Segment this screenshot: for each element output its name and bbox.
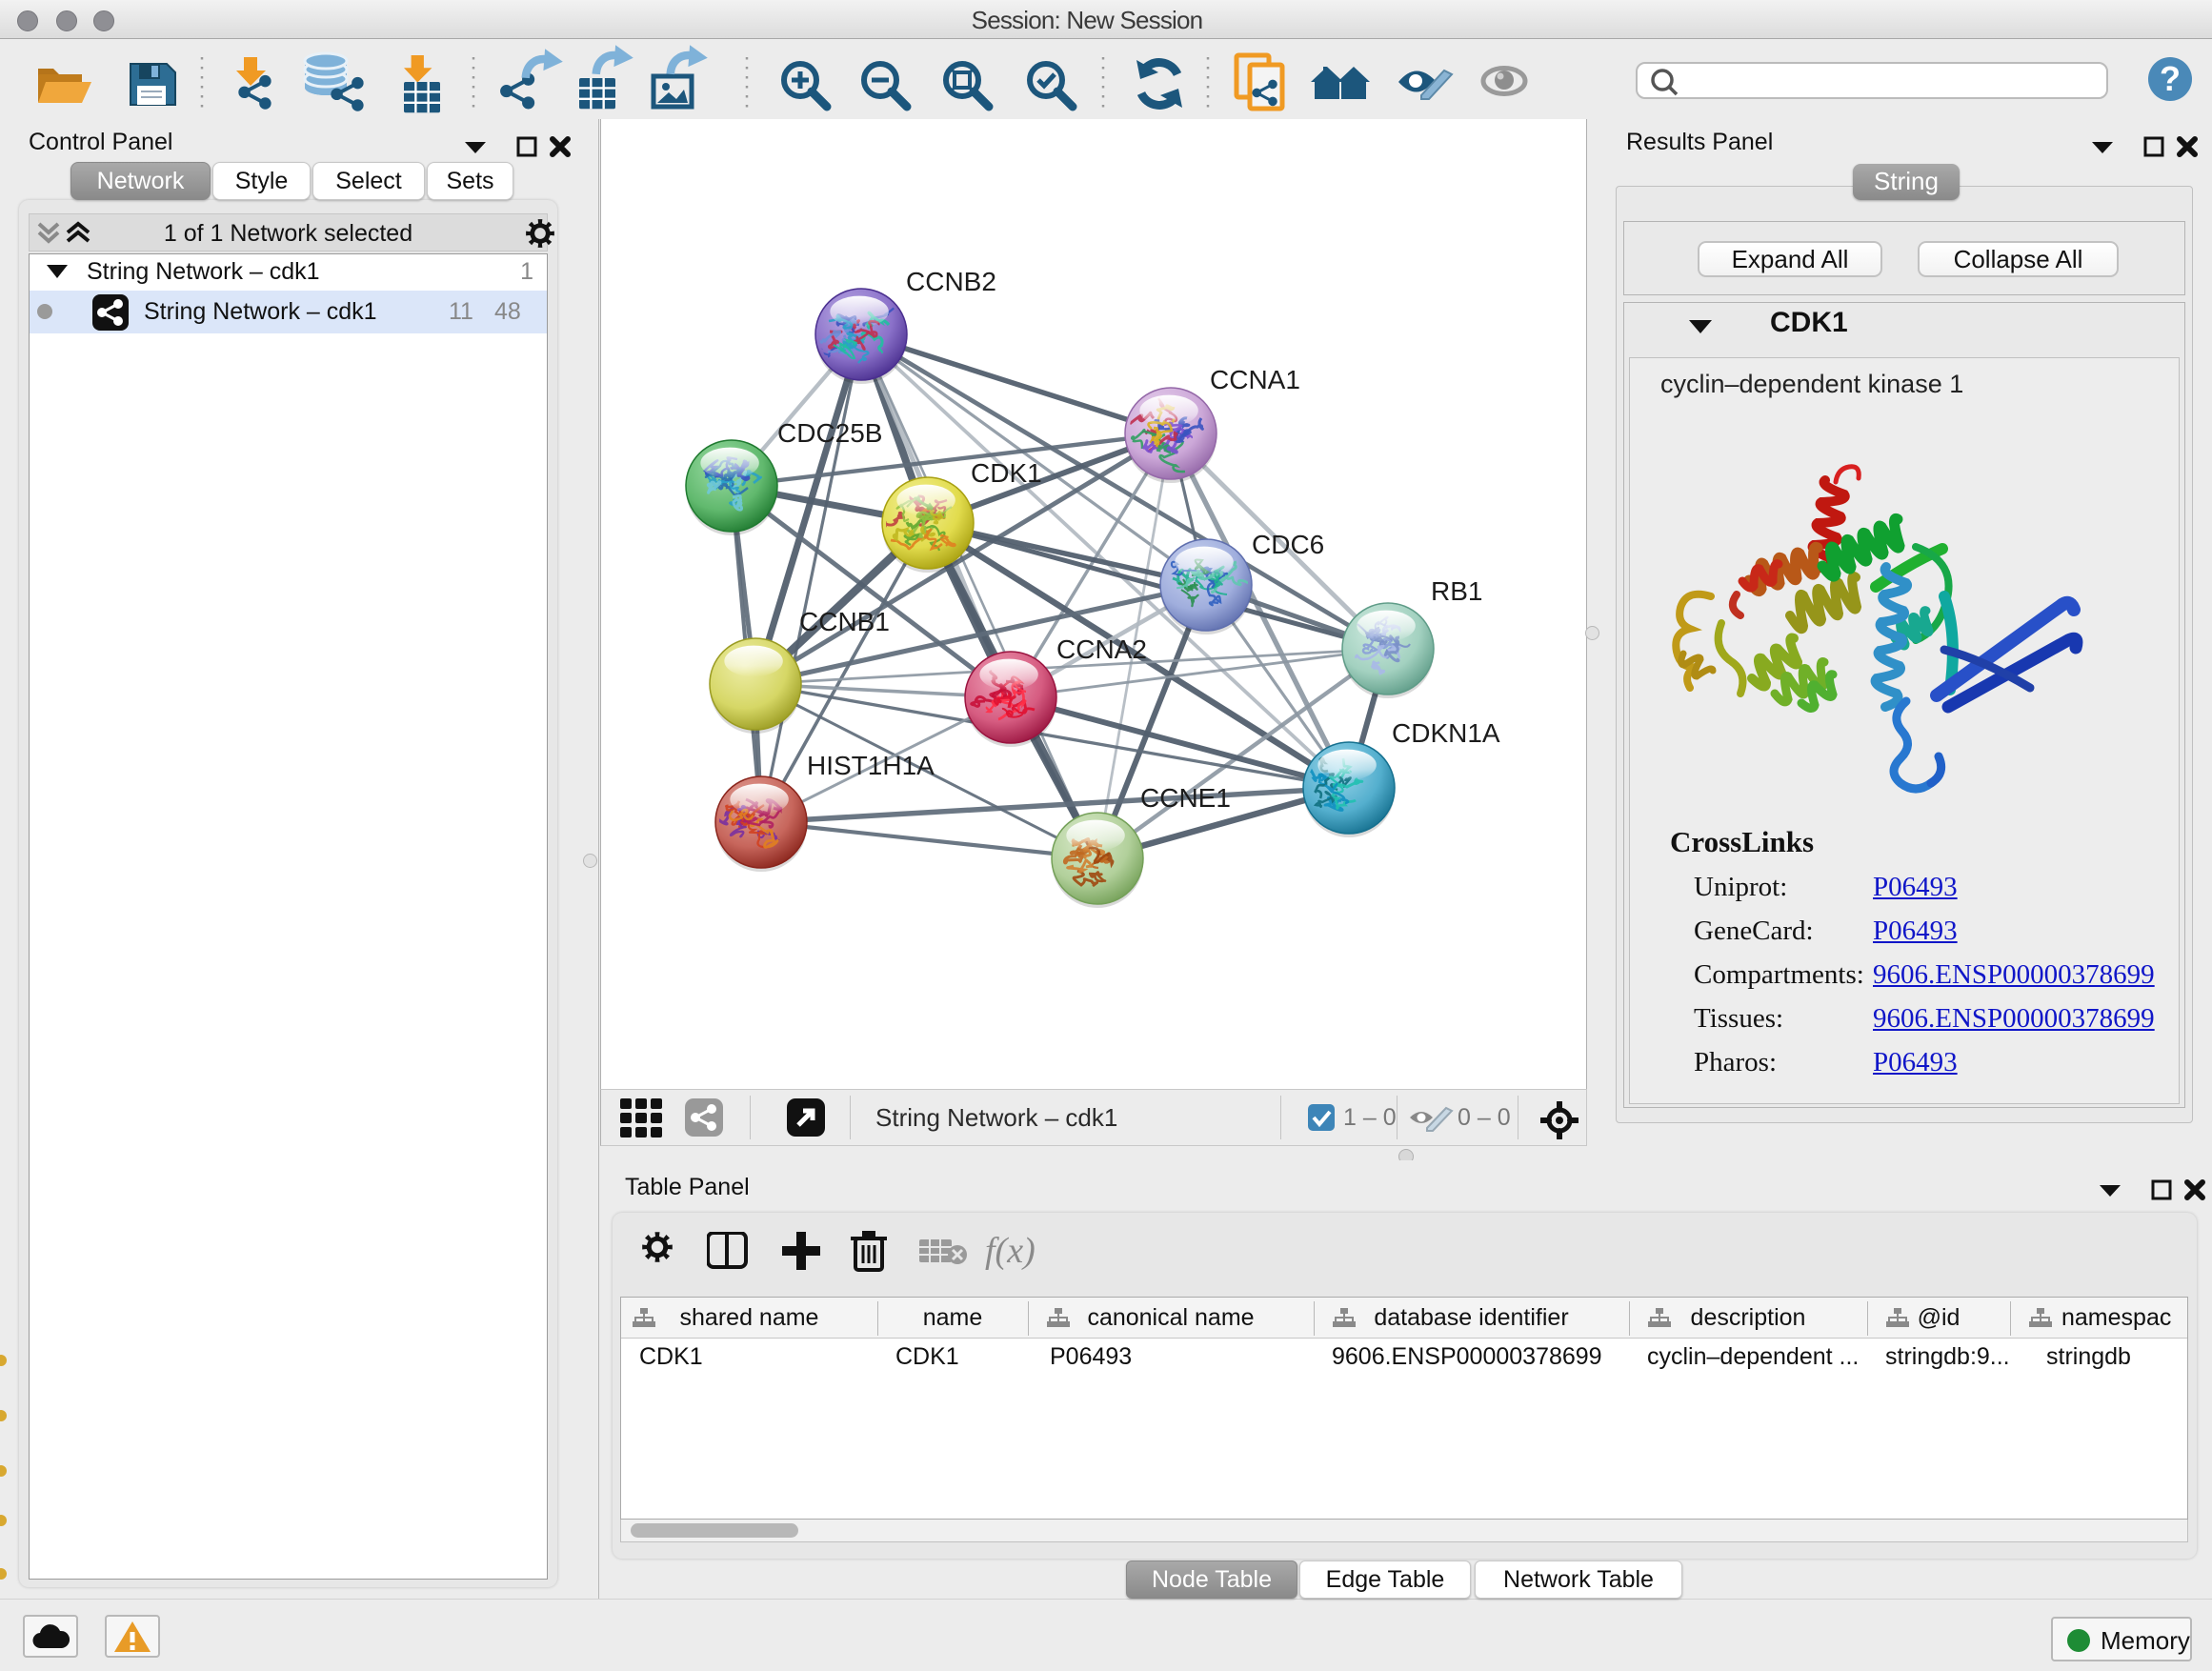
svg-text:CDC25B: CDC25B xyxy=(777,418,882,448)
svg-text:CDC6: CDC6 xyxy=(1252,530,1324,559)
svg-text:CCNE1: CCNE1 xyxy=(1140,783,1231,813)
svg-text:?: ? xyxy=(2160,59,2181,98)
svg-text:CCNB1: CCNB1 xyxy=(799,607,890,636)
svg-text:HIST1H1A: HIST1H1A xyxy=(807,751,935,780)
svg-text:CCNB2: CCNB2 xyxy=(906,267,996,296)
svg-text:CDK1: CDK1 xyxy=(971,458,1042,488)
svg-text:CCNA1: CCNA1 xyxy=(1210,365,1300,394)
svg-text:RB1: RB1 xyxy=(1431,576,1482,606)
svg-text:CDKN1A: CDKN1A xyxy=(1392,718,1500,748)
svg-text:CCNA2: CCNA2 xyxy=(1056,634,1147,664)
